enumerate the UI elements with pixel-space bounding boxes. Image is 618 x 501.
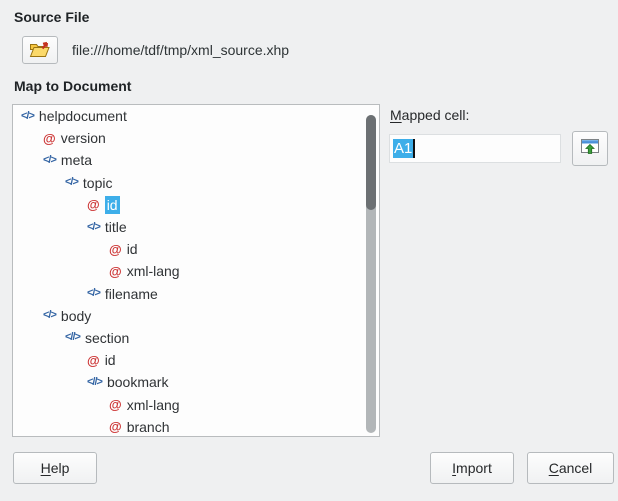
element-icon: </> [21, 111, 34, 122]
tree-item-label: xml-lang [127, 397, 180, 413]
element-icon: </> [87, 222, 100, 233]
xml-tree[interactable]: </> helpdocument @ version </> meta </> topic @ i… [12, 104, 380, 437]
help-label-rest: elp [51, 460, 70, 476]
tree-item-filename[interactable]: </> filename [13, 283, 379, 305]
open-folder-icon [29, 40, 51, 61]
import-label-rest: mport [456, 460, 492, 476]
tree-item-label: title [105, 219, 127, 235]
attribute-icon: @ [87, 198, 100, 211]
tree-item-label: helpdocument [39, 108, 127, 124]
tree-item-helpdocument[interactable]: </> helpdocument [13, 105, 379, 127]
help-button[interactable]: Help [13, 452, 97, 484]
tree-item-label: id [127, 241, 138, 257]
tree-item-xml-lang[interactable]: @ xml-lang [13, 393, 379, 415]
tree-scrollbar[interactable] [366, 115, 376, 433]
tree-item-title[interactable]: </> title [13, 216, 379, 238]
tree-item-bookmark[interactable]: <//> bookmark [13, 371, 379, 393]
element-icon: </> [87, 288, 100, 299]
attribute-icon: @ [87, 354, 100, 367]
tree-item-label: branch [127, 419, 170, 435]
tree-item-id[interactable]: @ id [13, 194, 379, 216]
cancel-label-mnemonic: C [549, 460, 559, 476]
tree-item-label: id [105, 196, 120, 214]
attribute-icon: @ [43, 132, 56, 145]
element-icon: </> [65, 177, 78, 188]
shrink-range-button[interactable] [572, 131, 608, 166]
element-icon: </> [43, 155, 56, 166]
attribute-icon: @ [109, 243, 122, 256]
text-caret [413, 139, 415, 158]
tree-item-label: version [61, 130, 106, 146]
tree-rows: </> helpdocument @ version </> meta </> topic @ i… [13, 105, 379, 437]
source-file-path: file:///home/tdf/tmp/xml_source.xhp [72, 42, 289, 58]
attribute-icon: @ [109, 420, 122, 433]
tree-item-label: xml-lang [127, 263, 180, 279]
shrink-icon [580, 138, 600, 159]
tree-item-id[interactable]: @ id [13, 238, 379, 260]
attribute-icon: @ [109, 398, 122, 411]
import-button[interactable]: Import [430, 452, 514, 484]
tree-item-branch[interactable]: @ branch [13, 416, 379, 437]
scrollbar-thumb[interactable] [366, 115, 376, 210]
mapped-cell-value: A1 [393, 139, 413, 158]
mapped-cell-label: Mapped cell: [390, 107, 469, 123]
help-label-mnemonic: H [41, 460, 51, 476]
tree-item-label: body [61, 308, 91, 324]
tree-item-topic[interactable]: </> topic [13, 172, 379, 194]
tree-item-id[interactable]: @ id [13, 349, 379, 371]
tree-item-meta[interactable]: </> meta [13, 149, 379, 171]
cancel-button[interactable]: Cancel [527, 452, 614, 484]
tree-item-label: section [85, 330, 129, 346]
tree-item-xml-lang[interactable]: @ xml-lang [13, 260, 379, 282]
mapped-cell-input[interactable]: A1 [389, 134, 561, 163]
tree-item-section[interactable]: <//> section [13, 327, 379, 349]
element-icon: </> [43, 310, 56, 321]
tree-item-label: filename [105, 286, 158, 302]
tree-item-label: id [105, 352, 116, 368]
attribute-icon: @ [109, 265, 122, 278]
tree-item-label: meta [61, 152, 92, 168]
repeating-element-icon: <//> [65, 332, 80, 343]
tree-item-body[interactable]: </> body [13, 305, 379, 327]
source-file-title: Source File [14, 9, 89, 25]
repeating-element-icon: <//> [87, 377, 102, 388]
browse-file-button[interactable] [22, 36, 58, 64]
tree-item-label: bookmark [107, 374, 168, 390]
cancel-label-rest: ancel [559, 460, 592, 476]
tree-item-version[interactable]: @ version [13, 127, 379, 149]
mapped-cell-label-rest: apped cell: [402, 107, 470, 123]
tree-item-label: topic [83, 175, 113, 191]
map-to-document-title: Map to Document [14, 78, 131, 94]
mapped-cell-label-mnemonic: M [390, 107, 402, 123]
